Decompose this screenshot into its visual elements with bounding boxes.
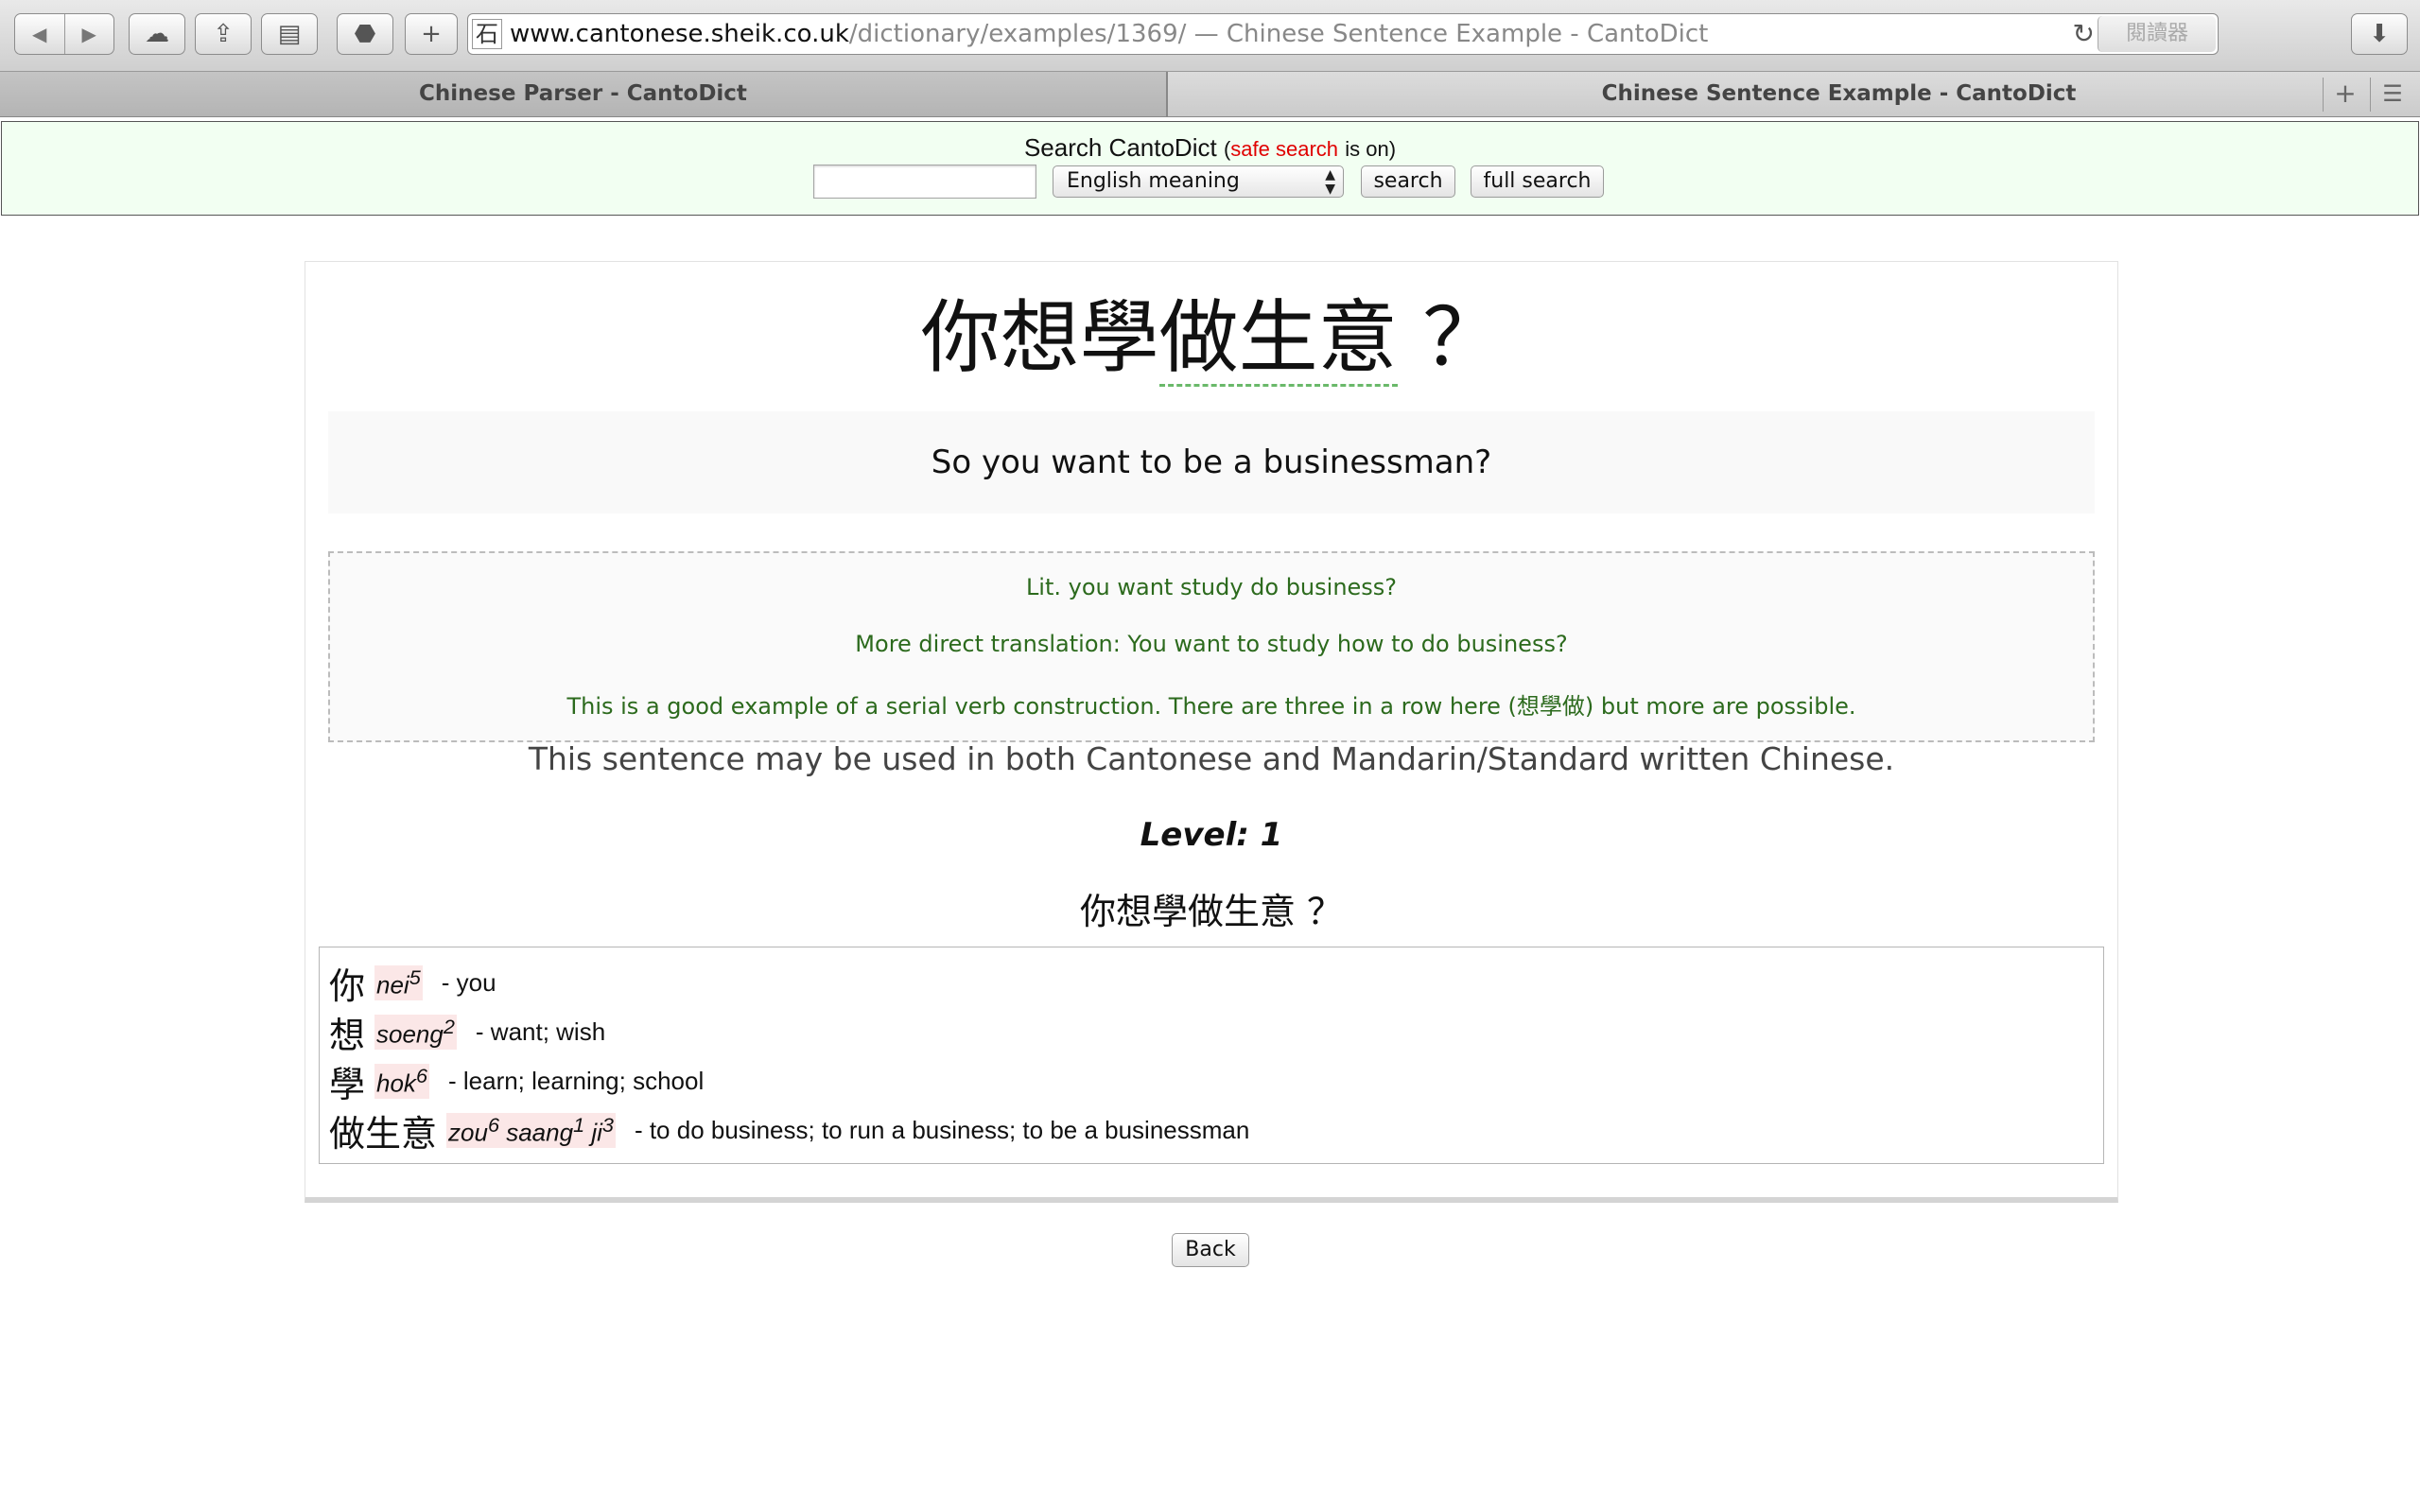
bookmarks-icon[interactable]: ▤ xyxy=(261,13,318,55)
word-characters[interactable]: 你 xyxy=(329,965,365,1007)
full-search-button[interactable]: full search xyxy=(1471,165,1604,198)
word-characters[interactable]: 想 xyxy=(329,1015,365,1056)
word-row: 你 nei5 - you xyxy=(329,957,496,1007)
tab-overview-icon[interactable]: ☰ xyxy=(2370,78,2414,112)
jyutping-tone: 5 xyxy=(409,965,421,990)
word-jyutping: hok6 xyxy=(374,1064,429,1099)
nav-buttons: ◀ ▶ xyxy=(14,13,114,55)
site-favicon-icon: 石 xyxy=(472,19,502,49)
jyutping-tone: 1 xyxy=(573,1113,585,1138)
note-direct: More direct translation: You want to stu… xyxy=(855,631,1568,657)
jyutping-tone: 2 xyxy=(443,1015,455,1039)
back-button[interactable]: Back xyxy=(1172,1233,1249,1267)
jyutping-syllable: nei xyxy=(376,970,409,999)
usage-note: This sentence may be used in both Canton… xyxy=(528,740,1895,777)
url-host: www.cantonese.sheik.co.uk xyxy=(510,20,849,48)
tab-sentence-example[interactable]: Chinese Sentence Example - CantoDict xyxy=(1167,72,2420,116)
tab-chinese-parser[interactable]: Chinese Parser - CantoDict xyxy=(0,72,1167,116)
jyutping-syllable: soeng xyxy=(376,1019,444,1049)
chinese-sentence-heading: 你想學做生意 ？ xyxy=(305,290,2117,387)
word-definition: - to do business; to run a business; to … xyxy=(634,1116,1250,1144)
back-arrow-icon[interactable]: ◀ xyxy=(15,14,65,54)
reload-icon[interactable]: ↻ xyxy=(2073,14,2095,54)
safe-search-link[interactable]: safe search xyxy=(1230,137,1338,161)
jyutping-syllable: saang xyxy=(506,1118,574,1147)
page-title-in-address: — Chinese Sentence Example - CantoDict xyxy=(1186,20,1709,48)
search-button[interactable]: search xyxy=(1361,165,1455,198)
search-input[interactable] xyxy=(813,165,1036,199)
word-breakdown: 你 nei5- you 想 soeng2- want; wish 學 hok6- le… xyxy=(319,947,2104,1164)
select-arrows-icon: ▲ ▼ xyxy=(1325,167,1335,197)
word-jyutping: soeng2 xyxy=(374,1015,457,1050)
search-type-value: English meaning xyxy=(1067,169,1240,193)
search-heading: Search CantoDict (safe search is on) xyxy=(2,133,2418,163)
word-definition: - learn; learning; school xyxy=(447,1067,705,1095)
word-row: 做生意 zou6 saang1 ji3 - to do business; to r… xyxy=(329,1104,1250,1155)
forward-arrow-icon[interactable]: ▶ xyxy=(65,14,114,54)
search-type-select[interactable]: English meaning ▲ ▼ xyxy=(1053,165,1344,198)
jyutping-tone: 3 xyxy=(601,1113,614,1138)
word-characters[interactable]: 學 xyxy=(329,1064,365,1105)
word-definition: - you xyxy=(441,968,496,997)
add-tab-icon[interactable]: + xyxy=(2323,78,2367,112)
sentence-part-3: ？ xyxy=(1397,291,1503,384)
word-characters[interactable]: 做生意 xyxy=(329,1113,437,1155)
translation-notes: Lit. you want study do business? More di… xyxy=(328,551,2095,742)
tab-bar: Chinese Parser - CantoDict Chinese Sente… xyxy=(0,72,2420,117)
browser-toolbar: ◀ ▶ ☁ ⇪ ▤ ⬣ + 石 www.cantonese.sheik.co.u… xyxy=(0,0,2420,72)
share-icon[interactable]: ⇪ xyxy=(195,13,252,55)
stop-icon[interactable]: ⬣ xyxy=(337,13,393,55)
note-grammar: This is a good example of a serial verb … xyxy=(566,693,1856,720)
search-header: Search CantoDict (safe search is on) Eng… xyxy=(1,121,2419,216)
chinese-sentence-small: 你想學做生意 ？ xyxy=(1079,891,1344,932)
word-definition: - want; wish xyxy=(475,1017,606,1046)
jyutping-syllable: zou xyxy=(448,1118,488,1147)
word-jyutping: zou6 saang1 ji3 xyxy=(446,1113,616,1148)
cloud-icon[interactable]: ☁ xyxy=(129,13,185,55)
word-row: 學 hok6 - learn; learning; school xyxy=(329,1055,705,1105)
jyutping-tone: 6 xyxy=(487,1113,499,1138)
sentence-linked-word[interactable]: 做生意 xyxy=(1158,291,1398,387)
search-title: Search CantoDict xyxy=(1023,133,1217,162)
new-tab-plus-icon[interactable]: + xyxy=(405,13,458,55)
english-translation: So you want to be a businessman? xyxy=(328,411,2095,513)
jyutping-syllable: ji xyxy=(591,1118,602,1147)
note-literal: Lit. you want study do business? xyxy=(1025,574,1398,600)
url-text: www.cantonese.sheik.co.uk/dictionary/exa… xyxy=(510,14,1708,54)
safe-search-status: is on) xyxy=(1345,137,1397,161)
jyutping-syllable: hok xyxy=(376,1069,416,1098)
jyutping-tone: 6 xyxy=(415,1064,427,1088)
example-card: 你想學做生意 ？ So you want to be a businessman… xyxy=(305,261,2118,1203)
word-row: 想 soeng2 - want; wish xyxy=(329,1006,606,1056)
word-jyutping: nei5 xyxy=(374,965,423,1000)
sentence-part-1: 你想學 xyxy=(920,291,1159,384)
address-bar[interactable]: 石 www.cantonese.sheik.co.uk/dictionary/e… xyxy=(467,13,2219,55)
downloads-icon[interactable]: ⬇ xyxy=(2351,13,2408,55)
reader-button[interactable]: 閱讀器 xyxy=(2098,16,2216,52)
url-path: /dictionary/examples/1369/ xyxy=(848,20,1187,48)
level-label: Level: 1 xyxy=(1140,816,1283,854)
